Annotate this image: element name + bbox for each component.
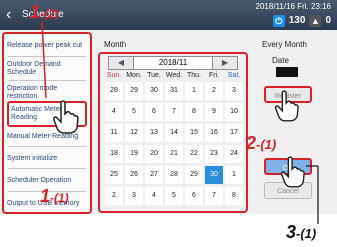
pointing-hand-icon [280, 156, 305, 188]
pointing-hand-icon [274, 90, 299, 122]
annotation-leaders [41, 21, 319, 224]
leader-line [41, 21, 47, 99]
pointing-hand-icon [53, 100, 79, 134]
